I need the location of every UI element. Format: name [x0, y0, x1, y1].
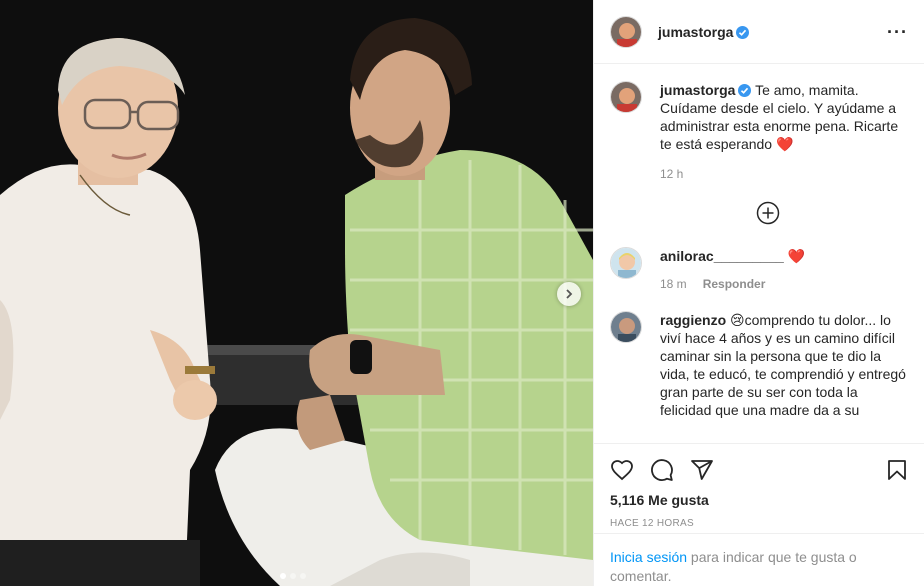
comment-age: 18 m — [660, 277, 687, 291]
plus-circle-icon — [756, 201, 779, 225]
comment-username[interactable]: anilorac_________ — [660, 248, 784, 264]
save-button[interactable] — [885, 458, 909, 482]
share-icon — [691, 460, 713, 480]
author-username[interactable]: jumastorga — [658, 24, 750, 40]
caption-avatar[interactable] — [610, 81, 642, 113]
carousel-dot-active — [280, 573, 286, 579]
heart-emoji: ❤️ — [775, 136, 794, 152]
carousel-indicator — [280, 573, 306, 579]
comment-item: anilorac_________ ❤️ 18 m Responder — [610, 247, 909, 291]
caption-age: 12 h — [660, 167, 684, 181]
verified-badge-icon — [736, 25, 750, 39]
post-media[interactable] — [0, 0, 593, 586]
like-button[interactable] — [610, 458, 634, 482]
sad-face-emoji: 😢 — [730, 312, 745, 328]
login-link[interactable]: Inicia sesión — [610, 549, 687, 565]
post-actions: 5,116 Me gusta HACE 12 HORAS — [594, 443, 924, 529]
load-more-comments-button[interactable] — [610, 201, 909, 225]
post-side-panel: jumastorga ··· jumastorga Te amo, mamita… — [593, 0, 924, 586]
caption-username[interactable]: jumastorga — [660, 82, 735, 98]
commenter-avatar[interactable] — [610, 311, 642, 343]
comment-icon — [651, 459, 673, 481]
author-avatar[interactable] — [610, 15, 642, 48]
verified-badge-icon — [738, 84, 752, 97]
post-header: jumastorga ··· — [594, 0, 924, 64]
chevron-right-icon — [566, 289, 573, 299]
heart-emoji: ❤️ — [787, 248, 806, 264]
share-button[interactable] — [690, 458, 714, 482]
carousel-dot — [300, 573, 306, 579]
post-timestamp: HACE 12 HORAS — [610, 518, 694, 529]
reply-button[interactable]: Responder — [703, 277, 766, 291]
likes-count[interactable]: 5,116 Me gusta — [610, 492, 909, 508]
comments-list[interactable]: jumastorga Te amo, mamita. Cuídame desde… — [594, 65, 924, 443]
comment-item: raggienzo 😢comprendo tu dolor... lo viví… — [610, 311, 909, 419]
post-photo — [0, 0, 593, 586]
next-slide-button[interactable] — [557, 282, 581, 306]
heart-icon — [611, 460, 633, 481]
carousel-dot — [290, 573, 296, 579]
login-prompt: Inicia sesión para indicar que te gusta … — [594, 533, 924, 586]
commenter-avatar[interactable] — [610, 247, 642, 279]
caption: jumastorga Te amo, mamita. Cuídame desde… — [610, 81, 909, 181]
more-options-icon[interactable]: ··· — [887, 23, 908, 41]
comment-username[interactable]: raggienzo — [660, 312, 726, 328]
bookmark-icon — [888, 460, 906, 480]
comment-button[interactable] — [650, 458, 674, 482]
